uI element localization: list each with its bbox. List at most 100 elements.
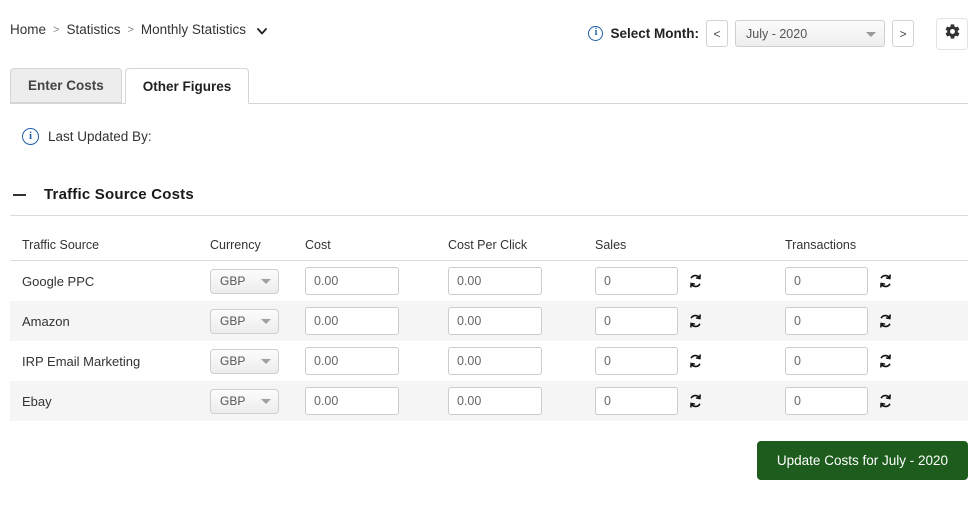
cell-transactions: 0 xyxy=(785,347,968,375)
info-icon: i xyxy=(588,26,604,41)
last-updated-by: i Last Updated By: xyxy=(22,128,161,145)
sales-input[interactable]: 0 xyxy=(595,387,678,415)
settings-button[interactable] xyxy=(936,18,968,50)
currency-select[interactable]: GBP xyxy=(210,308,279,334)
refresh-icon[interactable] xyxy=(878,313,893,329)
refresh-icon[interactable] xyxy=(878,273,893,289)
info-icon: i xyxy=(22,128,39,145)
cell-currency: GBP xyxy=(210,388,305,414)
currency-select[interactable]: GBP xyxy=(210,268,279,294)
cost-input[interactable]: 0.00 xyxy=(305,347,399,375)
cell-cost: 0.00 xyxy=(305,267,448,295)
cost-per-click-input[interactable]: 0.00 xyxy=(448,267,542,295)
cell-sales: 0 xyxy=(595,347,785,375)
cell-transactions: 0 xyxy=(785,387,968,415)
transactions-input[interactable]: 0 xyxy=(785,267,868,295)
column-header-traffic-source: Traffic Source xyxy=(22,238,100,252)
breadcrumb: Home > Statistics > Monthly Statistics xyxy=(10,22,268,37)
chevron-down-icon xyxy=(261,399,271,404)
last-updated-by-label: Last Updated By: xyxy=(48,129,152,144)
currency-select-value: GBP xyxy=(220,314,246,328)
cell-sales: 0 xyxy=(595,387,785,415)
chevron-down-icon xyxy=(261,319,271,324)
next-month-button[interactable]: > xyxy=(892,20,914,47)
select-month-label: Select Month: xyxy=(610,26,699,41)
table-row: Amazon GBP 0.00 0.00 0 0 xyxy=(10,301,968,341)
cell-cost-per-click: 0.00 xyxy=(448,267,595,295)
chevron-down-icon xyxy=(261,279,271,284)
cell-transactions: 0 xyxy=(785,267,968,295)
cell-cost-per-click: 0.00 xyxy=(448,347,595,375)
cost-per-click-input[interactable]: 0.00 xyxy=(448,387,542,415)
cell-cost-per-click: 0.00 xyxy=(448,387,595,415)
tab-enter-costs[interactable]: Enter Costs xyxy=(10,68,122,103)
column-header-sales: Sales xyxy=(595,238,627,252)
breadcrumb-item-monthly-statistics[interactable]: Monthly Statistics xyxy=(141,22,246,37)
transactions-input[interactable]: 0 xyxy=(785,387,868,415)
table-row: Google PPC GBP 0.00 0.00 0 0 xyxy=(10,261,968,301)
tab-other-figures[interactable]: Other Figures xyxy=(124,68,250,104)
currency-select-value: GBP xyxy=(220,354,246,368)
cell-traffic-source: Amazon xyxy=(22,313,70,329)
cell-currency: GBP xyxy=(210,308,305,334)
breadcrumb-item-home[interactable]: Home xyxy=(10,22,46,37)
refresh-icon[interactable] xyxy=(878,393,893,409)
section-header-traffic-source-costs: Traffic Source Costs xyxy=(10,186,968,216)
month-selector-group: i Select Month: < July - 2020 > xyxy=(588,20,914,47)
cell-cost: 0.00 xyxy=(305,387,448,415)
sales-input[interactable]: 0 xyxy=(595,267,678,295)
cell-traffic-source: Ebay xyxy=(22,393,52,409)
cell-cost-per-click: 0.00 xyxy=(448,307,595,335)
sales-input[interactable]: 0 xyxy=(595,347,678,375)
refresh-icon[interactable] xyxy=(688,273,703,289)
column-header-cost-per-click: Cost Per Click xyxy=(448,238,528,252)
column-header-cost: Cost xyxy=(305,238,331,252)
transactions-input[interactable]: 0 xyxy=(785,307,868,335)
breadcrumb-separator: > xyxy=(53,23,60,36)
table-row: IRP Email Marketing GBP 0.00 0.00 0 0 xyxy=(10,341,968,381)
cell-transactions: 0 xyxy=(785,307,968,335)
cost-input[interactable]: 0.00 xyxy=(305,387,399,415)
cell-currency: GBP xyxy=(210,348,305,374)
refresh-icon[interactable] xyxy=(688,353,703,369)
cell-sales: 0 xyxy=(595,267,785,295)
top-bar: Home > Statistics > Monthly Statistics i… xyxy=(0,0,978,64)
cell-traffic-source: IRP Email Marketing xyxy=(22,353,141,369)
chevron-down-icon xyxy=(261,359,271,364)
cell-currency: GBP xyxy=(210,268,305,294)
currency-select[interactable]: GBP xyxy=(210,348,279,374)
column-header-transactions: Transactions xyxy=(785,238,857,252)
update-costs-button[interactable]: Update Costs for July - 2020 xyxy=(756,441,968,480)
table-row: Ebay GBP 0.00 0.00 0 0 xyxy=(10,381,968,421)
breadcrumb-item-statistics[interactable]: Statistics xyxy=(66,22,120,37)
cell-cost: 0.00 xyxy=(305,347,448,375)
monthly-statistics-page: Home > Statistics > Monthly Statistics i… xyxy=(0,0,978,505)
month-select[interactable]: July - 2020 xyxy=(735,20,885,47)
refresh-icon[interactable] xyxy=(688,313,703,329)
refresh-icon[interactable] xyxy=(878,353,893,369)
traffic-source-costs-table: Traffic Source Currency Cost Cost Per Cl… xyxy=(10,230,968,421)
table-header-row: Traffic Source Currency Cost Cost Per Cl… xyxy=(10,230,968,261)
section-title: Traffic Source Costs xyxy=(44,186,194,203)
cost-per-click-input[interactable]: 0.00 xyxy=(448,347,542,375)
previous-month-button[interactable]: < xyxy=(706,20,728,47)
column-header-currency: Currency xyxy=(210,238,261,252)
transactions-input[interactable]: 0 xyxy=(785,347,868,375)
currency-select[interactable]: GBP xyxy=(210,388,279,414)
gear-icon xyxy=(944,23,961,45)
sales-input[interactable]: 0 xyxy=(595,307,678,335)
cell-sales: 0 xyxy=(595,307,785,335)
cost-input[interactable]: 0.00 xyxy=(305,267,399,295)
cell-cost: 0.00 xyxy=(305,307,448,335)
month-select-value: July - 2020 xyxy=(746,26,808,41)
refresh-icon[interactable] xyxy=(688,393,703,409)
chevron-down-icon[interactable] xyxy=(256,25,268,37)
cost-per-click-input[interactable]: 0.00 xyxy=(448,307,542,335)
currency-select-value: GBP xyxy=(220,274,246,288)
cost-input[interactable]: 0.00 xyxy=(305,307,399,335)
chevron-down-icon xyxy=(866,31,876,37)
tab-bar: Enter Costs Other Figures xyxy=(10,68,968,104)
currency-select-value: GBP xyxy=(220,394,246,408)
breadcrumb-separator: > xyxy=(127,23,134,36)
minus-icon[interactable] xyxy=(10,194,28,196)
